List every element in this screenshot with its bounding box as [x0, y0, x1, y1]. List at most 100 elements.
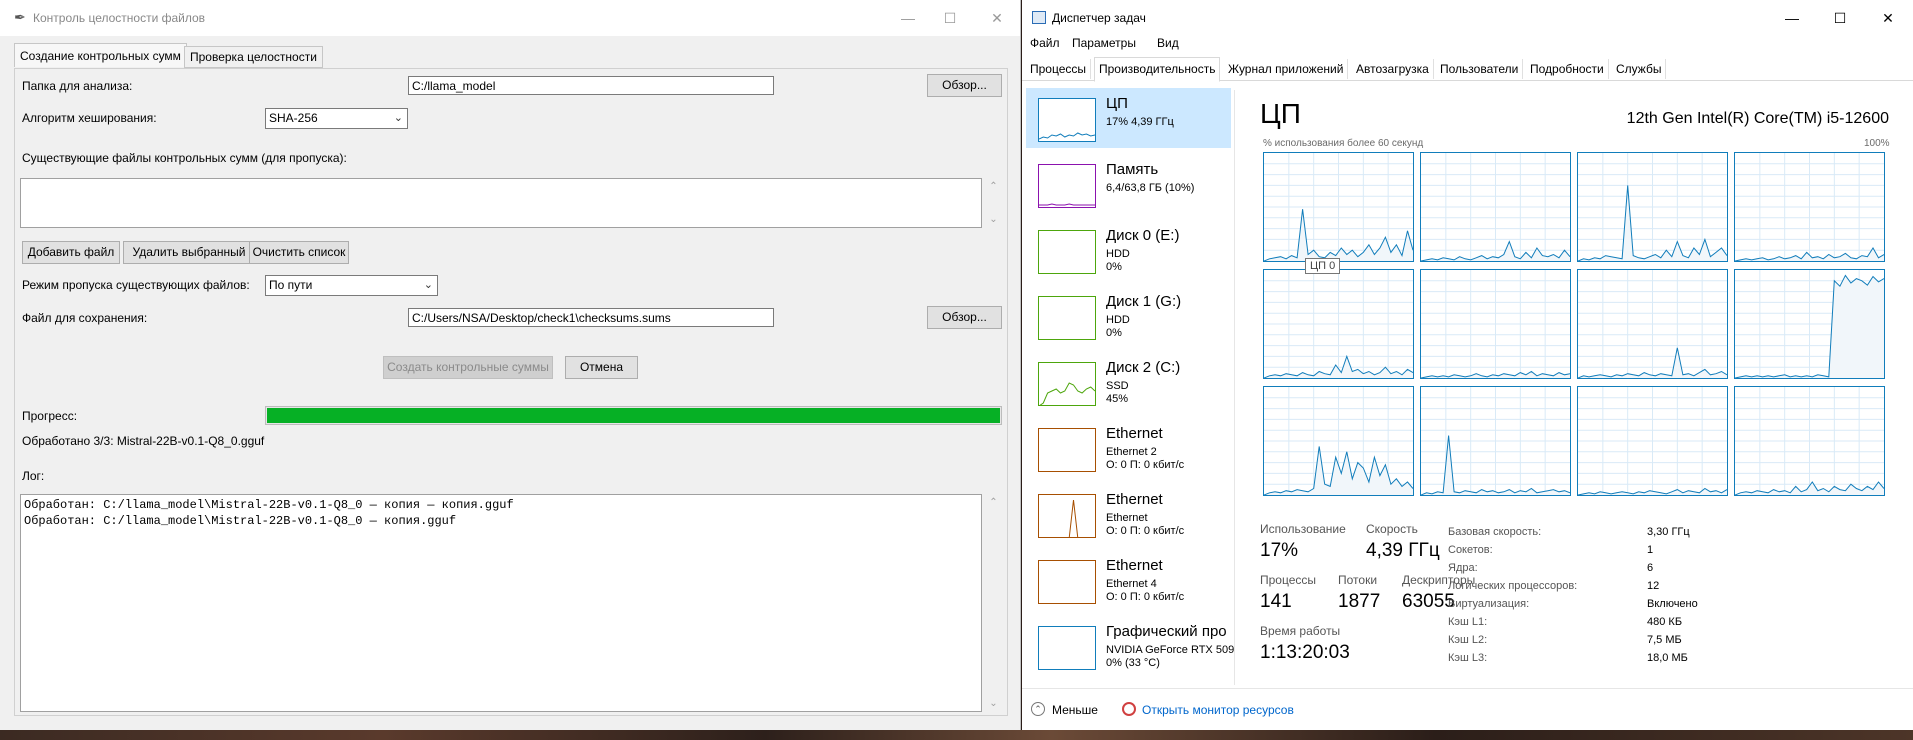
spec-key: Кэш L2: — [1448, 634, 1488, 646]
save-file-label: Файл для сохранения: — [22, 311, 148, 325]
scroll-up-icon[interactable]: ⌃ — [985, 178, 1002, 195]
footer: ⌃ Меньше Открыть монитор ресурсов — [1022, 688, 1913, 731]
tab-create-checksums[interactable]: Создание контрольных сумм — [14, 43, 187, 67]
sidebar-item-7[interactable]: Ethernet Ethernet 4 О: 0 П: 0 кбит/с — [1026, 550, 1231, 610]
sidebar-item-name: Диск 2 (C:) — [1106, 359, 1181, 376]
tab-processes[interactable]: Процессы — [1026, 59, 1092, 79]
tab-app-history[interactable]: Журнал приложений — [1224, 59, 1349, 79]
sidebar-item-1[interactable]: Память 6,4/63,8 ГБ (10%) — [1026, 154, 1231, 214]
algo-value: SHA-256 — [269, 111, 318, 125]
sidebar-item-2[interactable]: Диск 0 (E:) HDD 0% — [1026, 220, 1231, 280]
sidebar-item-value: О: 0 П: 0 кбит/с — [1106, 459, 1185, 471]
clear-list-button[interactable]: Очистить список — [249, 241, 349, 264]
sidebar-item-8[interactable]: Графический про NVIDIA GeForce RTX 509 0% … — [1026, 616, 1234, 676]
sidebar-item-6[interactable]: Ethernet Ethernet О: 0 П: 0 кбит/с — [1026, 484, 1231, 544]
task-manager-icon — [1032, 11, 1046, 24]
progress-label: Прогресс: — [22, 409, 78, 423]
spec-value: 3,30 ГГц — [1647, 526, 1690, 538]
sidebar-graph-thumb — [1038, 230, 1096, 275]
sidebar-graph-thumb — [1038, 98, 1096, 142]
log-label: Лог: — [22, 469, 45, 483]
chevron-down-icon: ⌄ — [423, 279, 433, 291]
maximize-icon[interactable]: ☐ — [940, 8, 960, 28]
sidebar-item-0[interactable]: ЦП 17% 4,39 ГГц — [1026, 88, 1231, 148]
menu-file[interactable]: Файл — [1030, 36, 1060, 50]
spec-key: Логических процессоров: — [1448, 580, 1578, 592]
sidebar-item-5[interactable]: Ethernet Ethernet 2 О: 0 П: 0 кбит/с — [1026, 418, 1231, 478]
chevron-down-icon: ⌄ — [393, 112, 403, 124]
tab-details[interactable]: Подробности — [1526, 59, 1609, 79]
usage-value: 17% — [1260, 540, 1299, 561]
fewer-details-link[interactable]: Меньше — [1052, 703, 1098, 717]
checksum-window: ✒ Контроль целостности файлов — ☐ ✕ Созд… — [0, 0, 1021, 730]
existing-files-list[interactable] — [20, 178, 982, 228]
spec-key: Ядра: — [1448, 562, 1478, 574]
log-text[interactable]: Обработан: C:/llama_model\Mistral-22B-v0… — [20, 494, 982, 712]
usage-caption: % использования более 60 секунд — [1263, 138, 1424, 149]
sidebar-item-name: Память — [1106, 161, 1159, 178]
uptime-value: 1:13:20:03 — [1260, 642, 1350, 663]
close-icon[interactable]: ✕ — [987, 8, 1007, 28]
core-tooltip: ЦП 0 — [1305, 258, 1341, 274]
sidebar-item-4[interactable]: Диск 2 (C:) SSD 45% — [1026, 352, 1231, 412]
cpu-core-graph — [1577, 386, 1728, 496]
spec-key: Сокетов: — [1448, 544, 1493, 556]
tab-users[interactable]: Пользователи — [1436, 59, 1524, 79]
sidebar-item-name: Ethernet — [1106, 425, 1163, 442]
cpu-core-graph — [1263, 269, 1414, 379]
close-icon[interactable]: ✕ — [1878, 8, 1898, 28]
sidebar-item-name: Ethernet — [1106, 491, 1163, 508]
minimize-icon[interactable]: — — [898, 8, 918, 28]
tab-verify-integrity[interactable]: Проверка целостности — [184, 46, 323, 68]
tab-performance[interactable]: Производительность — [1094, 57, 1221, 82]
handles-value: 63055 — [1402, 591, 1455, 612]
sidebar-item-value: О: 0 П: 0 кбит/с — [1106, 525, 1185, 537]
scroll-up-icon[interactable]: ⌃ — [985, 494, 1002, 511]
sidebar-item-detail: SSD — [1106, 380, 1129, 392]
sidebar-item-name: Диск 1 (G:) — [1106, 293, 1182, 310]
remove-selected-button[interactable]: Удалить выбранный — [123, 241, 255, 264]
menu-view[interactable]: Вид — [1157, 36, 1179, 50]
spec-value: 1 — [1647, 544, 1654, 556]
sidebar-item-name: Графический про — [1106, 623, 1227, 640]
cpu-core-graph — [1263, 152, 1414, 262]
browse-folder-button[interactable]: Обзор... — [927, 74, 1002, 97]
sidebar-item-name: Диск 0 (E:) — [1106, 227, 1180, 244]
feather-icon: ✒ — [14, 9, 26, 25]
spec-key: Базовая скорость: — [1448, 526, 1542, 538]
sidebar-item-value: 0% — [1106, 327, 1122, 339]
browse-save-button[interactable]: Обзор... — [927, 306, 1002, 329]
maximize-icon[interactable]: ☐ — [1830, 8, 1850, 28]
tab-startup[interactable]: Автозагрузка — [1352, 59, 1434, 79]
title-bar[interactable]: ✒ Контроль целостности файлов — ☐ ✕ — [0, 0, 1020, 36]
cpu-core-graph — [1420, 152, 1571, 262]
algo-select[interactable]: SHA-256 ⌄ — [265, 108, 408, 129]
menu-options[interactable]: Параметры — [1072, 36, 1136, 50]
divider — [1234, 90, 1235, 685]
skip-mode-select[interactable]: По пути ⌄ — [265, 275, 438, 296]
sidebar-item-3[interactable]: Диск 1 (G:) HDD 0% — [1026, 286, 1231, 346]
cpu-core-graph — [1420, 269, 1571, 379]
sidebar-item-value: 0% (33 °C) — [1106, 657, 1160, 669]
save-file-input[interactable]: C:/Users/NSA/Desktop/check1\checksums.su… — [408, 308, 774, 327]
tab-strip: Процессы Производительность Журнал прило… — [1022, 56, 1913, 82]
processes-label: Процессы — [1260, 573, 1317, 587]
chevron-up-icon[interactable]: ⌃ — [1031, 702, 1045, 716]
add-file-button[interactable]: Добавить файл — [22, 241, 120, 264]
cpu-core-graph — [1577, 269, 1728, 379]
create-checksums-button[interactable]: Создать контрольные суммы — [383, 356, 553, 379]
list-scrollbar[interactable]: ⌃ ⌄ — [985, 178, 1002, 228]
log-scrollbar[interactable]: ⌃ ⌄ — [985, 494, 1002, 712]
tab-services[interactable]: Службы — [1612, 59, 1667, 79]
scroll-down-icon[interactable]: ⌄ — [985, 211, 1002, 228]
sidebar-item-detail: HDD — [1106, 314, 1130, 326]
algo-label: Алгоритм хеширования: — [22, 111, 157, 125]
sidebar-graph-thumb — [1038, 164, 1096, 208]
cancel-button[interactable]: Отмена — [565, 356, 638, 379]
log-line: Обработан: C:/llama_model\Mistral-22B-v0… — [24, 498, 514, 512]
minimize-icon[interactable]: — — [1782, 8, 1802, 28]
folder-input[interactable]: C:/llama_model — [408, 76, 774, 95]
sidebar-item-value: О: 0 П: 0 кбит/с — [1106, 591, 1185, 603]
open-resource-monitor-link[interactable]: Открыть монитор ресурсов — [1142, 703, 1294, 717]
scroll-down-icon[interactable]: ⌄ — [985, 695, 1002, 712]
